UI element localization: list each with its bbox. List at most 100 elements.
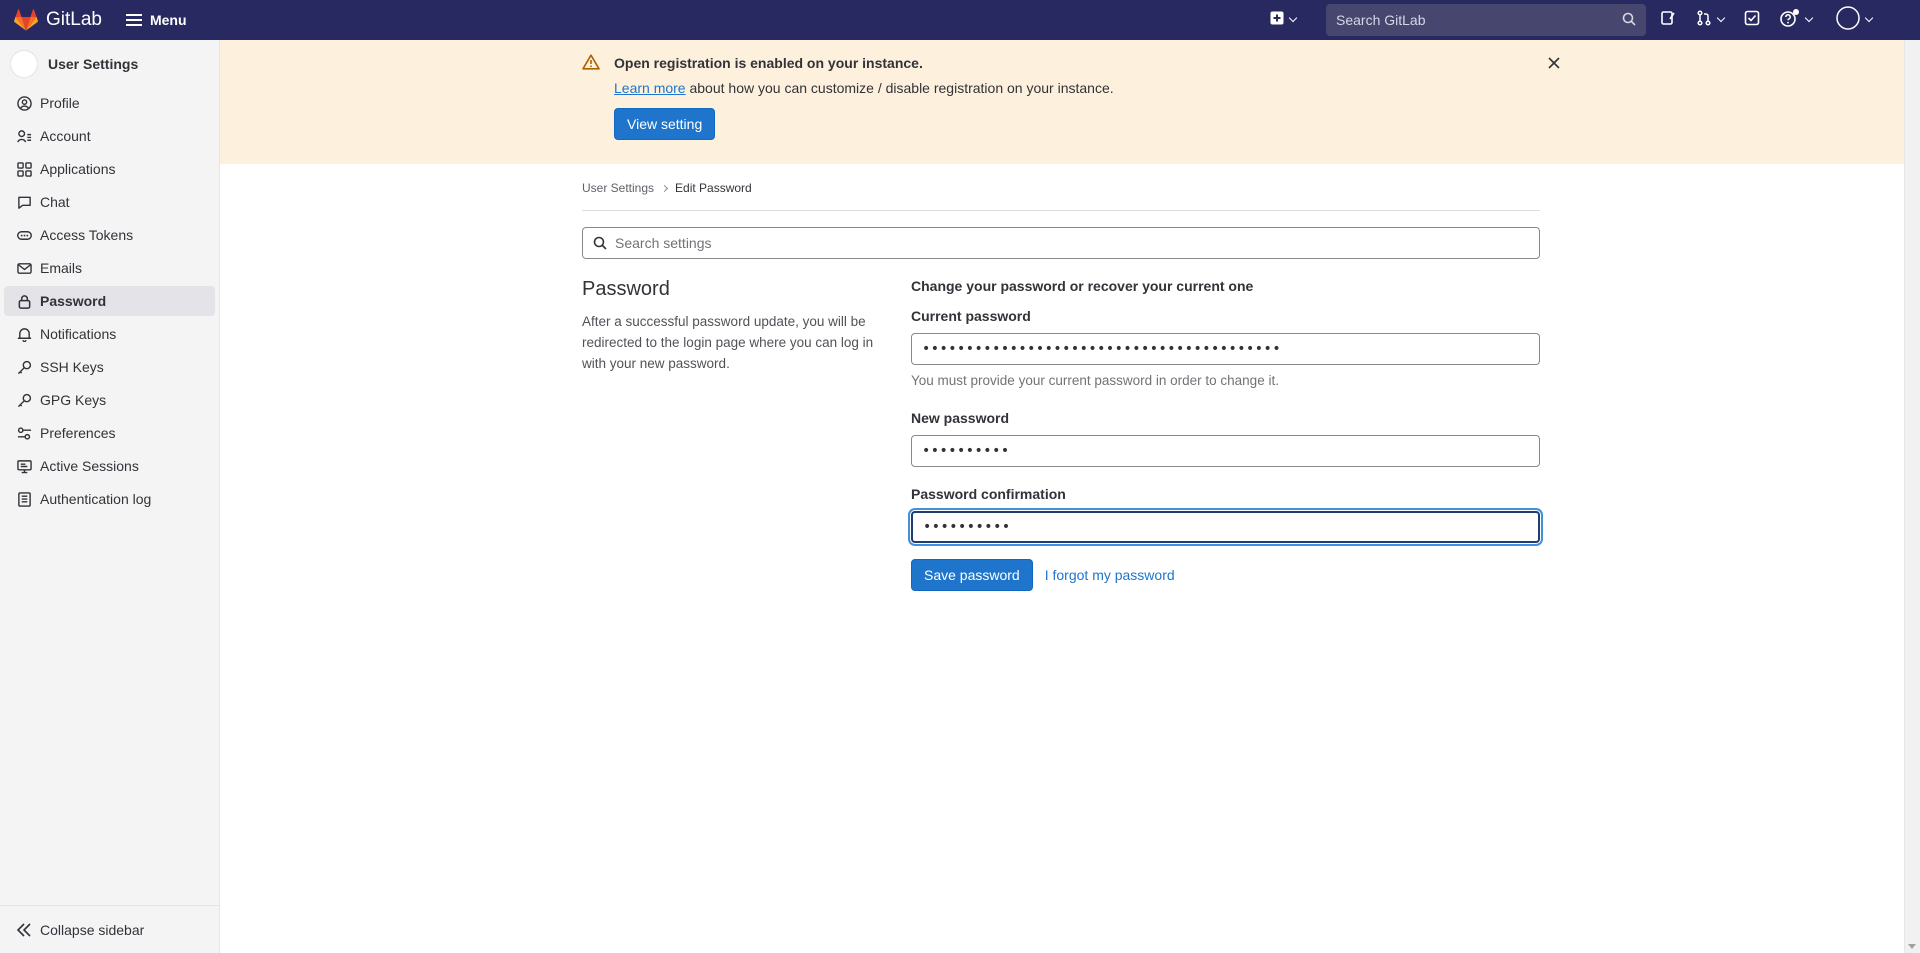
sidebar-item-active-sessions[interactable]: Active Sessions <box>4 451 215 481</box>
breadcrumb-parent-link[interactable]: User Settings <box>582 181 654 195</box>
gitlab-logo-icon <box>14 9 38 31</box>
new-password-field[interactable] <box>911 435 1540 467</box>
sidebar-header[interactable]: User Settings <box>0 40 219 88</box>
sidebar-item-label: Authentication log <box>40 491 152 507</box>
close-icon <box>1548 56 1560 73</box>
sidebar-item-label: SSH Keys <box>40 359 104 375</box>
new-item-dropdown[interactable] <box>1270 11 1298 30</box>
banner-title: Open registration is enabled on your ins… <box>614 55 923 71</box>
current-password-help: You must provide your current password i… <box>911 373 1279 388</box>
warning-icon <box>582 53 600 73</box>
log-icon <box>16 491 32 507</box>
sidebar-item-account[interactable]: Account <box>4 121 215 151</box>
sidebar-item-applications[interactable]: Applications <box>4 154 215 184</box>
learn-more-link[interactable]: Learn more <box>614 80 686 96</box>
avatar-icon <box>1836 5 1860 35</box>
main-content: User Settings Edit Password Search setti… <box>582 164 1540 591</box>
sidebar-item-notifications[interactable]: Notifications <box>4 319 215 349</box>
close-banner-button[interactable] <box>1548 56 1560 74</box>
sidebar-item-label: Notifications <box>40 326 117 342</box>
token-icon <box>16 227 32 243</box>
menu-label: Menu <box>149 12 187 28</box>
todos-button[interactable] <box>1744 10 1760 31</box>
password-confirmation-label: Password confirmation <box>911 486 1066 502</box>
issues-icon <box>1660 10 1676 31</box>
sidebar-item-label: Access Tokens <box>40 227 134 243</box>
divider <box>582 210 1540 211</box>
sidebar-item-chat[interactable]: Chat <box>4 187 215 217</box>
settings-sidebar: User Settings Profile Account Applicatio… <box>0 40 220 953</box>
form-lead: Change your password or recover your cur… <box>911 278 1254 294</box>
key-icon <box>16 359 32 375</box>
chevron-right-icon <box>660 184 669 192</box>
chevron-down-icon <box>1716 13 1726 23</box>
new-password-label: New password <box>911 410 1010 426</box>
key-icon <box>16 392 32 408</box>
plus-square-icon <box>1270 11 1284 30</box>
sidebar-item-authentication-log[interactable]: Authentication log <box>4 484 215 514</box>
applications-icon <box>16 161 32 177</box>
monitor-icon <box>16 458 32 474</box>
issues-button[interactable] <box>1660 10 1676 31</box>
mail-icon <box>16 260 32 276</box>
sidebar-item-label: Emails <box>40 260 83 276</box>
profile-icon <box>16 95 32 111</box>
user-menu-dropdown[interactable] <box>1836 5 1874 35</box>
todo-icon <box>1744 10 1760 31</box>
search-icon <box>593 236 615 250</box>
global-search-input[interactable]: Search GitLab <box>1326 4 1646 36</box>
registration-banner: Open registration is enabled on your ins… <box>220 40 1904 164</box>
sidebar-item-label: Active Sessions <box>40 458 139 474</box>
sidebar-item-label: Password <box>40 293 107 309</box>
password-confirmation-field[interactable] <box>911 511 1540 543</box>
bell-icon <box>16 326 32 342</box>
sidebar-item-password[interactable]: Password <box>4 286 215 316</box>
lock-icon <box>16 293 32 309</box>
search-icon <box>1622 12 1636 29</box>
settings-search-placeholder: Search settings <box>615 235 712 251</box>
chevron-down-icon <box>1288 13 1298 23</box>
sidebar-item-profile[interactable]: Profile <box>4 88 215 118</box>
sidebar-item-label: Chat <box>40 194 70 210</box>
preferences-icon <box>16 425 32 441</box>
save-password-button[interactable]: Save password <box>911 559 1033 591</box>
chevron-down-icon <box>1864 13 1874 23</box>
sidebar-item-access-tokens[interactable]: Access Tokens <box>4 220 215 250</box>
topbar-actions: Search GitLab <box>1270 0 1920 40</box>
current-password-field[interactable] <box>911 333 1540 365</box>
merge-requests-dropdown[interactable] <box>1696 9 1726 31</box>
sidebar-title: User Settings <box>48 56 139 72</box>
collapse-sidebar-button[interactable]: Collapse sidebar <box>0 905 220 953</box>
page-scrollbar[interactable] <box>1904 40 1920 953</box>
section-description: After a successful password update, you … <box>582 314 874 371</box>
sidebar-item-label: Profile <box>40 95 80 111</box>
global-search-placeholder: Search GitLab <box>1336 12 1426 28</box>
menu-button[interactable]: Menu <box>125 12 187 28</box>
breadcrumb-current: Edit Password <box>675 181 752 195</box>
account-icon <box>16 128 32 144</box>
view-setting-button[interactable]: View setting <box>614 108 716 140</box>
password-form: Change your password or recover your cur… <box>911 277 1540 591</box>
sidebar-item-ssh-keys[interactable]: SSH Keys <box>4 352 215 382</box>
chat-icon <box>16 194 32 210</box>
sidebar-item-emails[interactable]: Emails <box>4 253 215 283</box>
breadcrumb: User Settings Edit Password <box>582 180 1540 196</box>
sidebar-item-preferences[interactable]: Preferences <box>4 418 215 448</box>
help-dropdown[interactable] <box>1780 8 1814 32</box>
settings-search-input[interactable]: Search settings <box>582 227 1540 259</box>
chevron-down-icon <box>1804 13 1814 23</box>
sidebar-item-label: Account <box>40 128 91 144</box>
avatar <box>10 50 38 78</box>
section-title: Password <box>582 278 670 300</box>
brand-link[interactable]: GitLab <box>14 9 102 31</box>
sidebar-item-gpg-keys[interactable]: GPG Keys <box>4 385 215 415</box>
hamburger-icon <box>125 14 142 26</box>
forgot-password-link[interactable]: I forgot my password <box>1045 567 1175 583</box>
merge-request-icon <box>1696 9 1712 31</box>
top-navbar: GitLab Menu Search GitLab <box>0 0 1920 40</box>
sidebar-item-label: GPG Keys <box>40 392 107 408</box>
double-chevron-left-icon <box>16 922 32 937</box>
banner-body-text: about how you can customize / disable re… <box>689 80 1114 96</box>
scroll-down-arrow-icon[interactable] <box>1908 944 1916 949</box>
brand-name: GitLab <box>46 9 102 30</box>
